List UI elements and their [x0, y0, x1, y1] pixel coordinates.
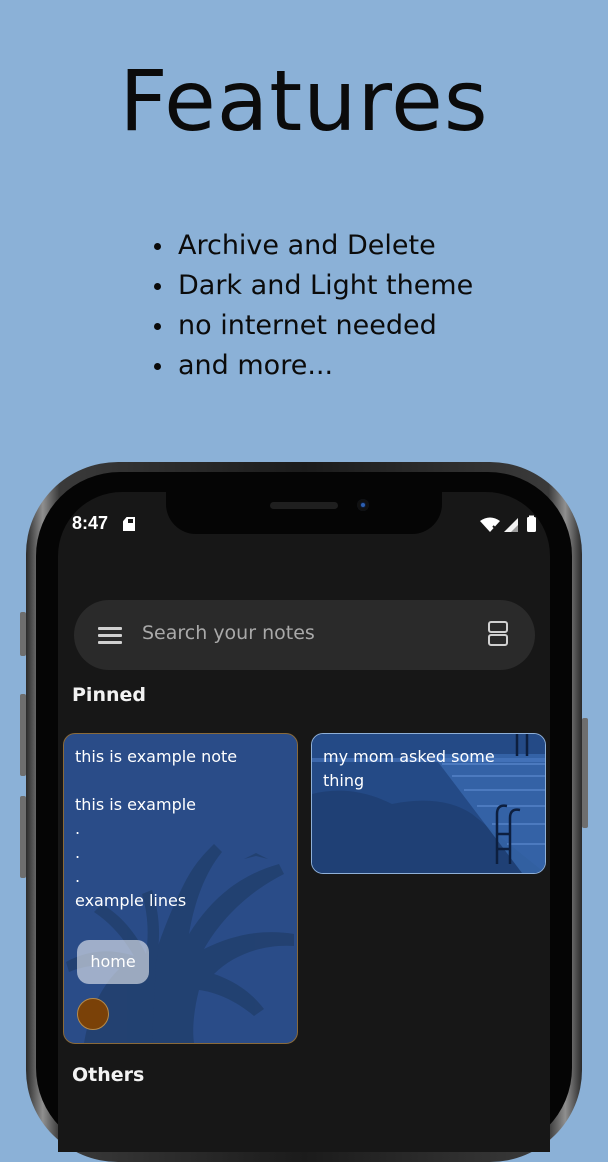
layout-toggle-icon[interactable] — [488, 621, 508, 647]
feature-item: Dark and Light theme — [148, 266, 473, 306]
section-heading-others: Others — [72, 1064, 145, 1086]
front-camera — [357, 499, 369, 511]
note-card[interactable]: my mom asked some thing — [311, 733, 546, 874]
battery-icon — [527, 517, 536, 532]
feature-item: no internet needed — [148, 306, 473, 346]
label-chip-text: home — [90, 952, 136, 971]
speaker-grille — [270, 502, 338, 509]
status-icons — [480, 515, 536, 532]
label-chip[interactable]: home — [77, 940, 149, 984]
section-heading-pinned: Pinned — [72, 684, 146, 706]
headline: Features — [119, 52, 489, 150]
note-card[interactable]: this is example note this is example . .… — [63, 733, 298, 1044]
feature-item: Archive and Delete — [148, 226, 473, 266]
search-input[interactable]: Search your notes — [142, 622, 315, 644]
phone-side-button — [582, 718, 588, 828]
phone-notch — [166, 490, 442, 534]
status-time: 8:47 — [72, 513, 109, 533]
note-body: this is example note this is example . .… — [75, 747, 238, 910]
feature-list: Archive and Delete Dark and Light theme … — [148, 226, 473, 386]
feature-item: and more... — [148, 346, 473, 386]
note-body: my mom asked some thing — [323, 747, 495, 790]
note-color-dot — [77, 998, 109, 1030]
menu-icon[interactable] — [98, 627, 122, 644]
